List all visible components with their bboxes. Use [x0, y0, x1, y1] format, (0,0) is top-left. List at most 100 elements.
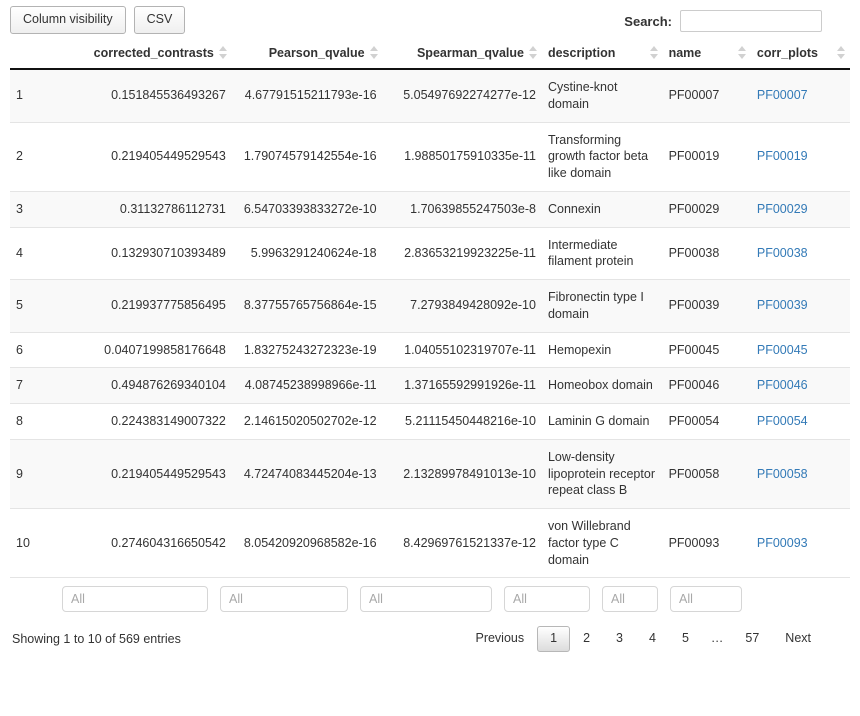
column-header-description[interactable]: description	[541, 40, 663, 70]
pagination-page-1[interactable]: 1	[537, 626, 571, 652]
cell-name: PF00046	[662, 367, 751, 404]
table-header-row: corrected_contrasts Pearson_qvalue Spear…	[10, 40, 850, 70]
column-visibility-button[interactable]: Column visibility	[10, 6, 126, 34]
corr-plot-link[interactable]: PF00029	[757, 202, 808, 216]
search-container: Search:	[624, 10, 850, 32]
cell-corr-plots[interactable]: PF00054	[750, 403, 850, 440]
table-row[interactable]: 6 0.0407199858176648 1.83275243272323e-1…	[10, 332, 850, 369]
sort-arrows-icon[interactable]	[218, 46, 228, 59]
pagination-page-57[interactable]: 57	[732, 626, 772, 652]
sort-arrows-icon[interactable]	[649, 46, 659, 59]
pagination-page-5[interactable]: 5	[669, 626, 702, 652]
corr-plot-link[interactable]: PF00046	[757, 378, 808, 392]
row-index: 9	[10, 439, 62, 510]
cell-description: Homeobox domain	[541, 367, 663, 404]
sort-arrows-icon[interactable]	[737, 46, 747, 59]
corr-plot-link[interactable]: PF00093	[757, 536, 808, 550]
table-row[interactable]: 5 0.219937775856495 8.37755765756864e-15…	[10, 279, 850, 333]
sort-arrows-icon[interactable]	[837, 46, 846, 59]
cell-spearman-qvalue: 5.21115450448216e-10	[382, 403, 542, 440]
corr-plot-link[interactable]: PF00045	[757, 343, 808, 357]
column-header-label: name	[668, 46, 702, 60]
cell-corr-plots[interactable]: PF00038	[750, 227, 850, 280]
cell-corr-plots[interactable]: PF00039	[750, 279, 850, 333]
filter-input-pearson-qvalue[interactable]	[220, 586, 348, 613]
pagination-page-4[interactable]: 4	[636, 626, 669, 652]
cell-name: PF00058	[662, 439, 751, 510]
row-index: 2	[10, 122, 62, 192]
corr-plot-link[interactable]: PF00058	[757, 467, 808, 481]
cell-corrected-contrasts: 0.219405449529543	[61, 439, 232, 510]
table-row[interactable]: 2 0.219405449529543 1.79074579142554e-16…	[10, 122, 850, 192]
row-index: 8	[10, 403, 62, 440]
corr-plot-link[interactable]: PF00039	[757, 298, 808, 312]
table-row[interactable]: 7 0.494876269340104 4.08745238998966e-11…	[10, 367, 850, 404]
filter-input-description[interactable]	[504, 586, 590, 613]
cell-description: von Willebrand factor type C domain	[541, 508, 663, 579]
cell-corr-plots[interactable]: PF00029	[750, 191, 850, 228]
pagination: Previous 1 2 3 4 5 … 57 Next	[462, 626, 850, 652]
cell-name: PF00007	[662, 69, 751, 123]
row-index: 1	[10, 69, 62, 123]
cell-corr-plots[interactable]: PF00007	[750, 69, 850, 123]
column-header-spearman-qvalue[interactable]: Spearman_qvalue	[382, 40, 542, 70]
table-row[interactable]: 3 0.31132786112731 6.54703393833272e-10 …	[10, 191, 850, 228]
table-row[interactable]: 4 0.132930710393489 5.9963291240624e-18 …	[10, 227, 850, 280]
cell-spearman-qvalue: 5.05497692274277e-12	[382, 69, 542, 123]
column-header-index	[10, 40, 62, 70]
cell-corr-plots[interactable]: PF00019	[750, 122, 850, 192]
pagination-previous[interactable]: Previous	[462, 626, 537, 652]
column-header-name[interactable]: name	[662, 40, 751, 70]
cell-pearson-qvalue: 5.9963291240624e-18	[231, 227, 383, 280]
table-head: corrected_contrasts Pearson_qvalue Spear…	[10, 40, 850, 70]
cell-corrected-contrasts: 0.224383149007322	[61, 403, 232, 440]
cell-pearson-qvalue: 4.08745238998966e-11	[231, 367, 383, 404]
cell-description: Low-density lipoprotein receptor repeat …	[541, 439, 663, 510]
cell-corrected-contrasts: 0.151845536493267	[61, 69, 232, 123]
pagination-next[interactable]: Next	[772, 626, 824, 652]
cell-pearson-qvalue: 6.54703393833272e-10	[231, 191, 383, 228]
table-footer: Showing 1 to 10 of 569 entries Previous …	[10, 616, 850, 652]
pagination-page-2[interactable]: 2	[570, 626, 603, 652]
column-header-pearson-qvalue[interactable]: Pearson_qvalue	[231, 40, 383, 70]
filter-input-corr-plots[interactable]	[670, 586, 742, 613]
cell-pearson-qvalue: 4.67791515211793e-16	[231, 69, 383, 123]
filter-input-name[interactable]	[602, 586, 658, 613]
cell-description: Connexin	[541, 191, 663, 228]
corr-plot-link[interactable]: PF00054	[757, 414, 808, 428]
cell-name: PF00029	[662, 191, 751, 228]
cell-name: PF00038	[662, 227, 751, 280]
corr-plot-link[interactable]: PF00019	[757, 149, 808, 163]
cell-corr-plots[interactable]: PF00093	[750, 508, 850, 579]
row-index: 3	[10, 191, 62, 228]
cell-spearman-qvalue: 2.83653219923225e-11	[382, 227, 542, 280]
csv-export-button[interactable]: CSV	[133, 6, 186, 34]
filter-input-corrected-contrasts[interactable]	[62, 586, 208, 613]
pagination-page-3[interactable]: 3	[603, 626, 636, 652]
filter-input-spearman-qvalue[interactable]	[360, 586, 492, 613]
sort-arrows-icon[interactable]	[369, 46, 379, 59]
column-header-corr-plots[interactable]: corr_plots	[750, 40, 850, 70]
cell-description: Laminin G domain	[541, 403, 663, 440]
filter-cell-description	[504, 586, 602, 613]
cell-corr-plots[interactable]: PF00046	[750, 367, 850, 404]
corr-plot-link[interactable]: PF00007	[757, 88, 808, 102]
row-index: 4	[10, 227, 62, 280]
cell-pearson-qvalue: 1.79074579142554e-16	[231, 122, 383, 192]
table-row[interactable]: 10 0.274604316650542 8.05420920968582e-1…	[10, 508, 850, 579]
corr-plot-link[interactable]: PF00038	[757, 246, 808, 260]
sort-arrows-icon[interactable]	[528, 46, 538, 59]
table-row[interactable]: 9 0.219405449529543 4.72474083445204e-13…	[10, 439, 850, 510]
table-row[interactable]: 1 0.151845536493267 4.67791515211793e-16…	[10, 69, 850, 123]
search-input[interactable]	[680, 10, 822, 32]
cell-name: PF00093	[662, 508, 751, 579]
table-row[interactable]: 8 0.224383149007322 2.14615020502702e-12…	[10, 403, 850, 440]
search-label: Search:	[624, 13, 672, 29]
cell-corr-plots[interactable]: PF00045	[750, 332, 850, 369]
row-index: 5	[10, 279, 62, 333]
cell-pearson-qvalue: 2.14615020502702e-12	[231, 403, 383, 440]
column-header-corrected-contrasts[interactable]: corrected_contrasts	[61, 40, 232, 70]
cell-corrected-contrasts: 0.219937775856495	[61, 279, 232, 333]
cell-corr-plots[interactable]: PF00058	[750, 439, 850, 510]
cell-pearson-qvalue: 8.05420920968582e-16	[231, 508, 383, 579]
